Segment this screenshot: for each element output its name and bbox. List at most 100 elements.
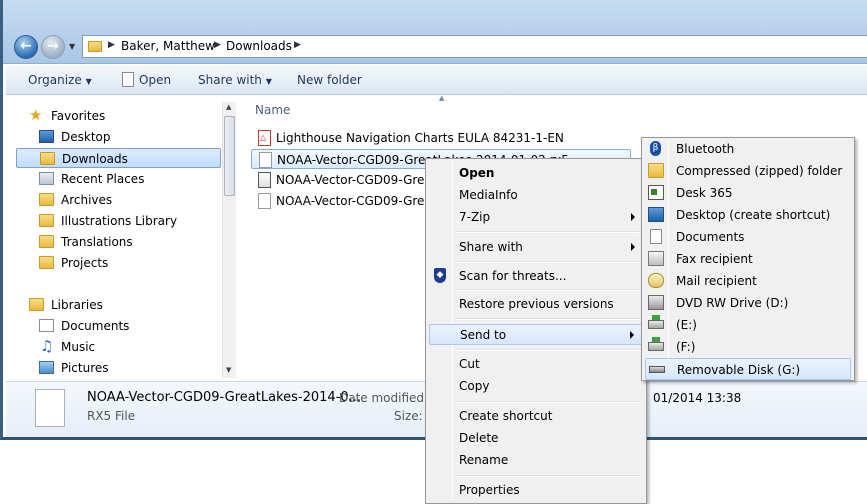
- breadcrumb-separator-icon[interactable]: ▶: [214, 40, 221, 50]
- menu-label: Removable Disk (G:): [677, 363, 801, 377]
- nav-scrollbar[interactable]: ▲ ▼: [222, 102, 236, 378]
- sendto-bluetooth[interactable]: β Bluetooth: [645, 138, 851, 160]
- menu-label: Create shortcut: [459, 409, 553, 423]
- menu-label: Restore previous versions: [459, 297, 614, 311]
- file-preview-icon: [35, 389, 65, 427]
- sendto-desk365[interactable]: Desk 365: [645, 182, 851, 204]
- sendto-compressed-folder[interactable]: Compressed (zipped) folder: [645, 160, 851, 182]
- nav-desktop-label: Desktop: [61, 130, 111, 144]
- music-note-icon: ♫: [40, 337, 54, 355]
- share-with-button[interactable]: Share with ▼: [198, 73, 272, 87]
- organize-button[interactable]: Organize ▼: [28, 73, 92, 87]
- breadcrumb-separator-icon[interactable]: ▶: [108, 40, 115, 50]
- nav-music[interactable]: ♫ Music: [16, 337, 221, 357]
- folder-icon: [39, 235, 54, 248]
- menu-label: Documents: [676, 230, 745, 244]
- nav-music-label: Music: [61, 340, 96, 354]
- menu-cut[interactable]: Cut: [429, 354, 643, 375]
- downloads-folder-icon: [40, 152, 55, 165]
- breadcrumb-user[interactable]: Baker, Matthew: [121, 39, 215, 53]
- breadcrumb-separator-icon[interactable]: ▶: [294, 40, 301, 50]
- column-header-name[interactable]: Name: [255, 103, 290, 117]
- nav-archives[interactable]: Archives: [16, 190, 221, 210]
- menu-separator: [456, 289, 641, 291]
- submenu-arrow-icon: [631, 213, 635, 221]
- sendto-documents[interactable]: Documents: [645, 226, 851, 248]
- menu-label: 7-Zip: [459, 210, 491, 224]
- menu-delete[interactable]: Delete: [429, 428, 643, 449]
- nav-favorites[interactable]: ★ Favorites: [16, 106, 221, 126]
- menu-send-to[interactable]: Send to: [429, 324, 643, 345]
- scrollbar-thumb[interactable]: [224, 116, 235, 196]
- sendto-desktop[interactable]: Desktop (create shortcut): [645, 204, 851, 226]
- sendto-fax[interactable]: Fax recipient: [645, 248, 851, 270]
- menu-scan-threats[interactable]: ◆ Scan for threats...: [429, 266, 643, 287]
- scroll-up-icon[interactable]: ▲: [226, 103, 231, 111]
- chart-file-icon: [258, 172, 271, 188]
- file-name: NOAA-Vector-CGD09-GreatL: [276, 173, 444, 187]
- menu-separator: [456, 231, 641, 233]
- sendto-removable-disk[interactable]: Removable Disk (G:): [645, 358, 851, 380]
- menu-restore-versions[interactable]: Restore previous versions: [429, 294, 643, 315]
- menu-label: Share with: [459, 240, 523, 254]
- documents-icon: [650, 229, 662, 244]
- nav-downloads[interactable]: Downloads: [16, 148, 221, 168]
- menu-properties[interactable]: Properties: [429, 480, 643, 501]
- folder-icon: [88, 41, 102, 52]
- fax-icon: [648, 251, 664, 266]
- menu-rename[interactable]: Rename: [429, 450, 643, 471]
- folder-icon: [39, 256, 54, 269]
- menu-label: Compressed (zipped) folder: [676, 164, 843, 178]
- send-to-submenu: β Bluetooth Compressed (zipped) folder D…: [641, 137, 855, 381]
- menu-copy[interactable]: Copy: [429, 376, 643, 397]
- sendto-mail[interactable]: Mail recipient: [645, 270, 851, 292]
- generic-file-icon: [258, 193, 271, 209]
- nav-libraries[interactable]: Libraries: [16, 295, 221, 315]
- open-button[interactable]: Open: [139, 73, 171, 87]
- back-button[interactable]: ←: [14, 35, 38, 59]
- forward-button[interactable]: →: [41, 35, 65, 59]
- libraries-icon: [29, 298, 44, 311]
- new-folder-button[interactable]: New folder: [297, 73, 362, 87]
- nav-illustrations-library[interactable]: Illustrations Library: [16, 211, 221, 231]
- nav-pictures[interactable]: Pictures: [16, 358, 221, 378]
- menu-separator: [456, 475, 641, 477]
- address-bar[interactable]: ▶ Baker, Matthew ▶ Downloads ▶: [82, 35, 867, 58]
- nav-archives-label: Archives: [61, 193, 113, 207]
- nav-recent-places[interactable]: Recent Places: [16, 169, 221, 189]
- sendto-e-drive[interactable]: (E:): [645, 314, 851, 336]
- menu-label: Delete: [459, 431, 499, 445]
- menu-share-with[interactable]: Share with: [429, 237, 643, 258]
- file-name: Lighthouse Navigation Charts EULA 84231-…: [276, 131, 564, 145]
- drive-icon: [648, 337, 664, 351]
- nav-documents[interactable]: Documents: [16, 316, 221, 336]
- dvd-drive-icon: [648, 295, 664, 310]
- desk365-icon: [648, 185, 664, 200]
- breadcrumb-downloads[interactable]: Downloads: [226, 39, 292, 53]
- sendto-dvd-drive[interactable]: DVD RW Drive (D:): [645, 292, 851, 314]
- mail-icon: [648, 273, 664, 288]
- menu-label: Mail recipient: [676, 274, 757, 288]
- organize-label: Organize: [28, 73, 82, 87]
- menu-label: DVD RW Drive (D:): [676, 296, 789, 310]
- menu-mediainfo[interactable]: MediaInfo: [429, 185, 643, 206]
- sendto-f-drive[interactable]: (F:): [645, 336, 851, 358]
- menu-7zip[interactable]: 7-Zip: [429, 207, 643, 228]
- nav-projects[interactable]: Projects: [16, 253, 221, 273]
- scroll-down-icon[interactable]: ▼: [226, 366, 231, 374]
- pictures-icon: [39, 361, 54, 374]
- command-bar: Organize ▼ Open Share with ▼ New folder: [6, 65, 867, 95]
- menu-label: Properties: [459, 483, 520, 497]
- menu-separator: [456, 261, 641, 263]
- menu-label: (F:): [676, 340, 696, 354]
- drive-icon: [648, 315, 664, 329]
- file-row[interactable]: △ Lighthouse Navigation Charts EULA 8423…: [251, 128, 631, 148]
- nav-desktop[interactable]: Desktop: [16, 127, 221, 147]
- recent-pages-chevron-icon[interactable]: ▼: [69, 42, 75, 51]
- nav-translations[interactable]: Translations: [16, 232, 221, 252]
- submenu-arrow-icon: [631, 243, 635, 251]
- menu-open[interactable]: Open: [429, 163, 643, 184]
- dropdown-arrow-icon: ▼: [85, 77, 92, 86]
- menu-create-shortcut[interactable]: Create shortcut: [429, 406, 643, 427]
- nav-illustrations-label: Illustrations Library: [61, 214, 178, 228]
